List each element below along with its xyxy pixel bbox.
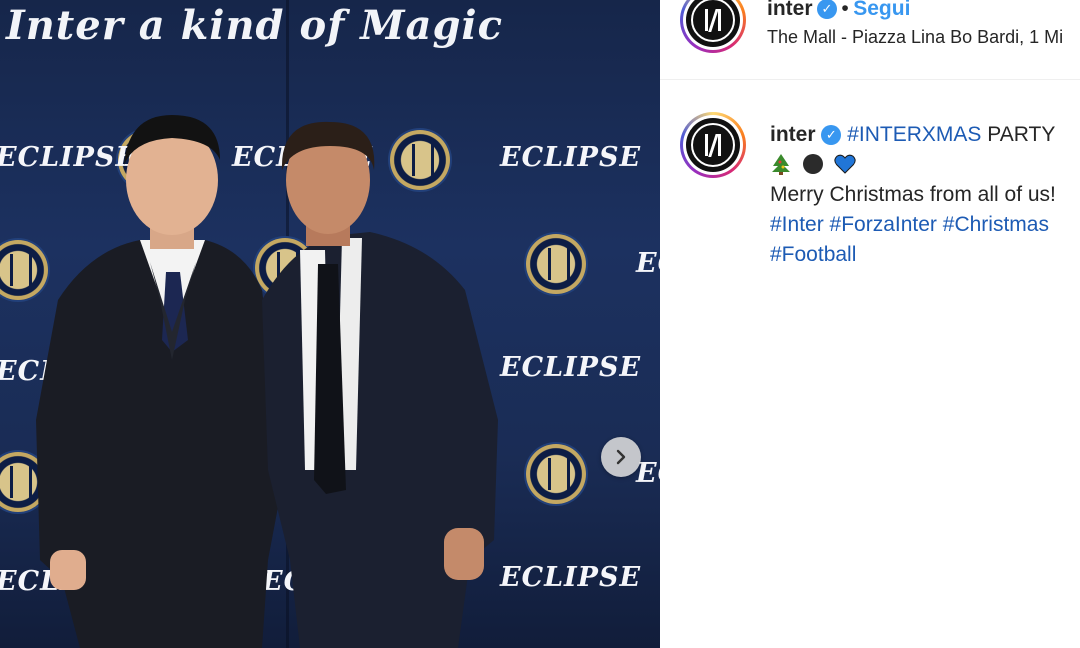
follow-button[interactable]: Segui	[853, 0, 910, 20]
location-link[interactable]: The Mall - Piazza Lina Bo Bardi, 1 Mi	[767, 27, 1063, 48]
caption-emoji-line	[770, 150, 1056, 180]
post-side-panel: inter ✓ • Segui The Mall - Piazza Lina B…	[660, 0, 1080, 648]
christmas-tree-icon	[771, 154, 791, 175]
person-left	[36, 115, 285, 648]
hashtag-link[interactable]: #Inter	[770, 213, 824, 236]
chevron-right-icon	[616, 449, 626, 465]
verified-badge-icon: ✓	[816, 0, 837, 19]
blue-heart-icon	[834, 154, 856, 174]
hashtag-link[interactable]: #INTERXMAS	[847, 123, 981, 146]
hashtag-link[interactable]: #ForzaInter	[830, 213, 937, 236]
caption-comment: inter ✓ #INTERXMAS PARTY Merry Christmas…	[660, 100, 1080, 300]
caption-hashtags-line-1: #Inter #ForzaInter #Christmas	[770, 210, 1056, 240]
separator-dot: •	[841, 0, 849, 20]
person-right	[262, 121, 498, 648]
post-photo: Inter a kind of Magic ECLIPSE ECLIPSE EC…	[0, 0, 660, 648]
post-header: inter ✓ • Segui The Mall - Piazza Lina B…	[660, 0, 1080, 80]
next-image-button[interactable]	[601, 437, 641, 477]
avatar[interactable]	[680, 0, 746, 53]
people-illustration	[36, 115, 498, 648]
caption-username[interactable]: inter	[770, 123, 816, 146]
caption-message: Merry Christmas from all of us!	[770, 183, 1056, 206]
hashtag-link[interactable]: #Christmas	[943, 213, 1049, 236]
avatar[interactable]	[680, 112, 746, 178]
caption-hashtags-line-2: #Football	[770, 240, 1056, 270]
inter-logo-icon	[686, 0, 740, 47]
verified-badge-icon: ✓	[821, 125, 842, 145]
black-circle-icon	[802, 154, 823, 174]
hashtag-link[interactable]: #Football	[770, 243, 856, 266]
username-link[interactable]: inter	[767, 0, 813, 20]
caption-title-line: inter ✓ #INTERXMAS PARTY	[770, 120, 1056, 150]
inter-logo-icon	[686, 118, 740, 172]
caption-title-text: PARTY	[987, 123, 1056, 146]
